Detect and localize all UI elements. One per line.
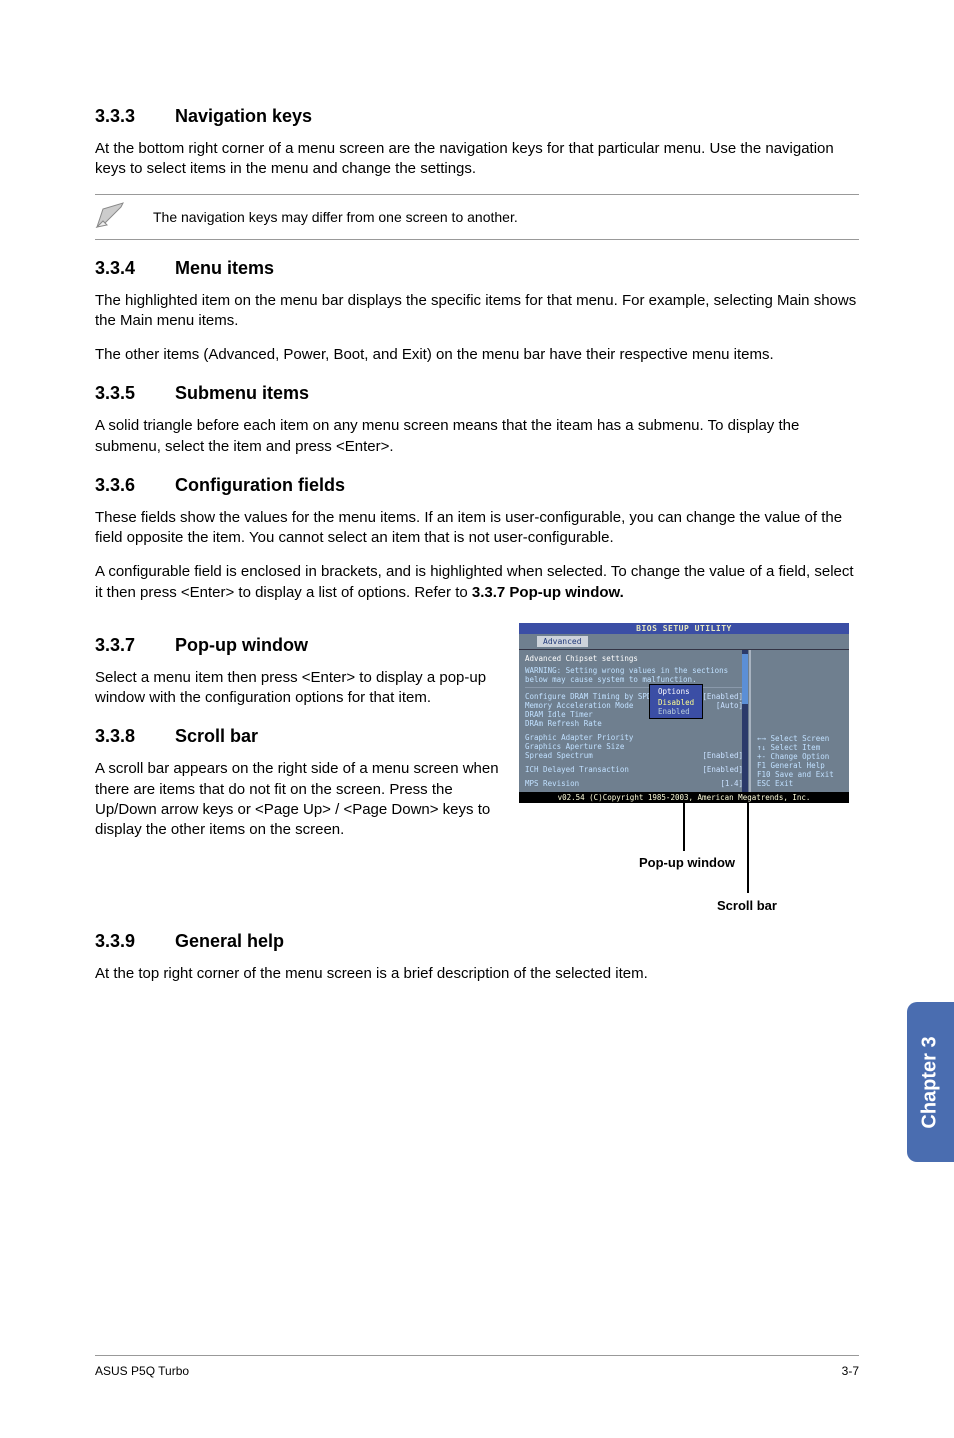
p-333-1: At the bottom right corner of a menu scr… (95, 139, 859, 180)
heading-335: 3.3.5Submenu items (95, 383, 859, 404)
p-339-1: At the top right corner of the menu scre… (95, 964, 859, 984)
callout-popup: Pop-up window (639, 855, 735, 870)
p-334-1: The highlighted item on the menu bar dis… (95, 291, 859, 332)
p-336-2: A configurable field is enclosed in brac… (95, 562, 859, 603)
heading-334: 3.3.4Menu items (95, 258, 859, 279)
page-footer: ASUS P5Q Turbo 3-7 (95, 1355, 859, 1378)
heading-336: 3.3.6Configuration fields (95, 475, 859, 496)
p-334-2: The other items (Advanced, Power, Boot, … (95, 345, 859, 365)
callout-scrollbar: Scroll bar (717, 898, 777, 913)
bios-screenshot: BIOS SETUP UTILITY Advanced Advanced Chi… (519, 623, 849, 803)
bios-footer: v02.54 (C)Copyright 1985-2003, American … (519, 792, 849, 803)
chapter-tab: Chapter 3 (907, 1002, 954, 1162)
leader-line-scroll (747, 803, 749, 893)
heading-333: 3.3.3Navigation keys (95, 106, 859, 127)
footer-left: ASUS P5Q Turbo (95, 1364, 189, 1378)
p-338-1: A scroll bar appears on the right side o… (95, 759, 499, 840)
p-335-1: A solid triangle before each item on any… (95, 416, 859, 457)
bios-popup: Options Disabled Enabled (649, 684, 703, 719)
p-337-1: Select a menu item then press <Enter> to… (95, 668, 499, 709)
heading-338: 3.3.8Scroll bar (95, 726, 499, 747)
bios-tab-advanced: Advanced (537, 636, 588, 647)
bios-title: BIOS SETUP UTILITY (519, 623, 849, 634)
pencil-note-icon (95, 201, 143, 233)
footer-right: 3-7 (842, 1364, 859, 1378)
bios-help-panel: ←→ Select Screen ↑↓ Select Item +- Chang… (749, 650, 849, 792)
note-block: The navigation keys may differ from one … (95, 194, 859, 240)
note-text: The navigation keys may differ from one … (143, 209, 859, 225)
leader-line-popup (683, 803, 685, 851)
p-336-1: These fields show the values for the men… (95, 508, 859, 549)
heading-337: 3.3.7Pop-up window (95, 635, 499, 656)
heading-339: 3.3.9General help (95, 931, 859, 952)
